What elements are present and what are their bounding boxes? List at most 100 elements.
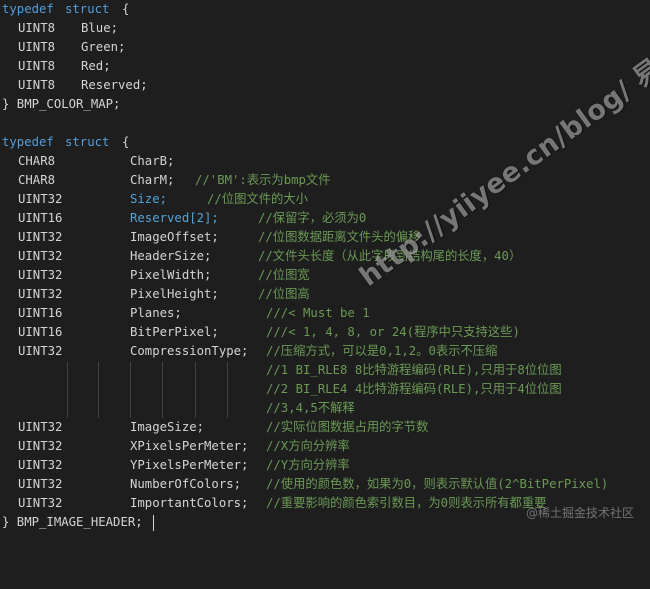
field-type: UINT16 (18, 306, 63, 320)
field-comment: //位图高 (258, 287, 310, 301)
field-comment: //2 BI_RLE4 4比特游程编码(RLE),只用于4位位图 (266, 382, 562, 396)
field-type: UINT8 (18, 59, 56, 73)
field-comment: //重要影响的颜色索引数目，为0则表示所有都重要 (266, 496, 547, 510)
code-line-field: UINT16 BitPerPixel; ///< 1, 4, 8, or 24(… (0, 323, 520, 342)
field-comment: //压缩方式，可以是0,1,2。0表示不压缩 (266, 344, 498, 358)
code-line-field: UINT32 ImageOffset; //位图数据距离文件头的偏移 (0, 228, 420, 247)
code-editor[interactable]: typedef struct { UINT8 Blue; UINT8 Green… (0, 0, 650, 535)
indent-guide (98, 362, 99, 418)
field-name: ImageOffset; (130, 230, 219, 244)
field-name: Green; (81, 40, 126, 54)
code-line-struct2-open: typedef struct { (0, 133, 129, 152)
keyword-typedef: typedef (2, 2, 54, 16)
field-name: BitPerPixel; (130, 325, 219, 339)
code-line-struct1-close: } BMP_COLOR_MAP; (0, 95, 120, 114)
code-line-field: UINT16 Planes; ///< Must be 1 (0, 304, 370, 323)
field-comment: ///< 1, 4, 8, or 24(程序中只支持这些) (266, 325, 520, 339)
field-name: YPixelsPerMeter; (130, 458, 249, 472)
code-line-field: UINT32 Size; //位图文件的大小 (0, 190, 308, 209)
field-comment: //位图宽 (258, 268, 310, 282)
code-line-field: CHAR8 CharB; (0, 152, 174, 171)
struct-close: } BMP_IMAGE_HEADER; (2, 515, 143, 529)
code-line-struct1-open: typedef struct { (0, 0, 129, 19)
field-name: CharM; (130, 173, 175, 187)
code-line-field: UINT32 ImportantColors; //重要影响的颜色索引数目，为0… (0, 494, 546, 513)
field-name: HeaderSize; (130, 249, 212, 263)
text-cursor (153, 515, 154, 531)
keyword-struct: struct (65, 135, 110, 149)
field-comment: //保留字，必须为0 (258, 211, 367, 225)
indent-guide (130, 362, 131, 418)
code-line-field: UINT8 Reserved; (0, 76, 148, 95)
field-type: UINT32 (18, 344, 63, 358)
field-type: UINT8 (18, 21, 56, 35)
field-type: UINT16 (18, 211, 63, 225)
code-line-field: UINT32 XPixelsPerMeter; //X方向分辨率 (0, 437, 350, 456)
code-line-field: UINT32 HeaderSize; //文件头长度（从此字段到结构尾的长度，4… (0, 247, 521, 266)
field-name: Size; (130, 192, 168, 206)
field-name: NumberOfColors; (130, 477, 242, 491)
field-type: UINT32 (18, 268, 63, 282)
field-comment: //文件头长度（从此字段到结构尾的长度，40） (258, 249, 522, 263)
field-name: CompressionType; (130, 344, 249, 358)
open-brace: { (122, 135, 130, 149)
field-type: UINT32 (18, 287, 63, 301)
field-type: UINT32 (18, 439, 63, 453)
code-line-field: UINT32 CompressionType; //压缩方式，可以是0,1,2。… (0, 342, 497, 361)
field-comment: ///< Must be 1 (266, 306, 370, 320)
field-name: Planes; (130, 306, 182, 320)
keyword-typedef: typedef (2, 135, 54, 149)
field-type: UINT32 (18, 420, 63, 434)
field-name: XPixelsPerMeter; (130, 439, 249, 453)
field-comment: //实际位图数据占用的字节数 (266, 420, 429, 434)
field-type: UINT32 (18, 496, 63, 510)
code-line-field: UINT32 PixelWidth; //位图宽 (0, 266, 310, 285)
code-line-field: UINT8 Green; (0, 38, 125, 57)
field-name: Blue; (81, 21, 119, 35)
code-line-field: UINT32 NumberOfColors; //使用的颜色数，如果为0，则表示… (0, 475, 608, 494)
field-type: UINT32 (18, 458, 63, 472)
field-name: PixelHeight; (130, 287, 219, 301)
field-type: UINT32 (18, 477, 63, 491)
code-line-field: UINT32 ImageSize; //实际位图数据占用的字节数 (0, 418, 428, 437)
field-name: PixelWidth; (130, 268, 212, 282)
indent-guide (67, 362, 68, 418)
code-line-comment: //2 BI_RLE4 4比特游程编码(RLE),只用于4位位图 (0, 380, 562, 399)
field-type: CHAR8 (18, 154, 56, 168)
field-type: UINT8 (18, 78, 56, 92)
indent-guide (227, 362, 228, 418)
field-name: Red; (81, 59, 111, 73)
footer-watermark: @稀土掘金技术社区 (525, 506, 634, 520)
field-name: ImageSize; (130, 420, 205, 434)
indent-guide (162, 362, 163, 418)
code-line-field: UINT32 PixelHeight; //位图高 (0, 285, 310, 304)
field-name: Reserved[2]; (130, 211, 219, 225)
field-type: CHAR8 (18, 173, 56, 187)
field-type: UINT16 (18, 325, 63, 339)
code-line-field: CHAR8 CharM; //'BM':表示为bmp文件 (0, 171, 331, 190)
open-brace: { (122, 2, 130, 16)
field-comment: //'BM':表示为bmp文件 (195, 173, 331, 187)
indent-guide (195, 362, 196, 418)
field-name: Reserved; (81, 78, 148, 92)
struct-close: } BMP_COLOR_MAP; (2, 97, 121, 111)
field-comment: //1 BI_RLE8 8比特游程编码(RLE),只用于8位位图 (266, 363, 562, 377)
code-line-field: UINT8 Blue; (0, 19, 118, 38)
code-line-comment: //1 BI_RLE8 8比特游程编码(RLE),只用于8位位图 (0, 361, 562, 380)
field-comment: //Y方向分辨率 (266, 458, 350, 472)
keyword-struct: struct (65, 2, 110, 16)
field-type: UINT32 (18, 230, 63, 244)
field-type: UINT8 (18, 40, 56, 54)
code-line-comment: //3,4,5不解释 (0, 399, 355, 418)
field-comment: //使用的颜色数，如果为0，则表示默认值(2^BitPerPixel) (266, 477, 609, 491)
code-line-struct2-close: } BMP_IMAGE_HEADER; (0, 513, 143, 532)
code-line-field: UINT8 Red; (0, 57, 111, 76)
field-type: UINT32 (18, 249, 63, 263)
field-name: ImportantColors; (130, 496, 249, 510)
field-type: UINT32 (18, 192, 63, 206)
code-line-field: UINT32 YPixelsPerMeter; //Y方向分辨率 (0, 456, 350, 475)
field-name: CharB; (130, 154, 175, 168)
code-line-field: UINT16 Reserved[2]; //保留字，必须为0 (0, 209, 366, 228)
field-comment: //3,4,5不解释 (266, 401, 355, 415)
field-comment: //位图数据距离文件头的偏移 (258, 230, 421, 244)
